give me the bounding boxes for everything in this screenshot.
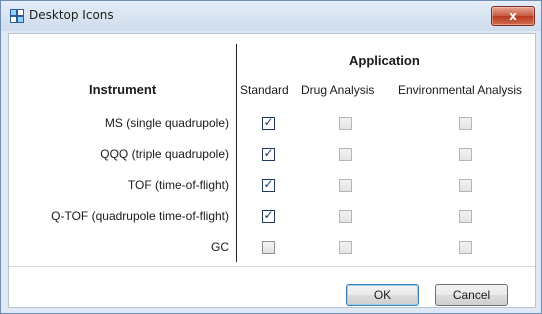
checkbox-ms-standard[interactable]: ✓ xyxy=(262,115,275,130)
dialog-content: Application Instrument Standard Drug Ana… xyxy=(8,33,536,308)
checkbox-ms-drug-analysis[interactable] xyxy=(339,117,352,130)
dialog-window: Desktop Icons x Application Instrument S… xyxy=(0,0,542,314)
checkbox-gc-drug-analysis[interactable] xyxy=(339,241,352,254)
checkbox-ms-environmental-analysis[interactable] xyxy=(459,117,472,130)
checkbox-tof-environmental-analysis[interactable] xyxy=(459,179,472,192)
instrument-label-tof: TOF (time-of-flight) xyxy=(127,178,229,192)
checkbox-qqq-environmental-analysis[interactable] xyxy=(459,148,472,161)
column-header-environmental-analysis: Environmental Analysis xyxy=(398,83,523,97)
instrument-label-gc: GC xyxy=(211,240,229,254)
checkbox-tof-drug-analysis[interactable] xyxy=(339,179,352,192)
checkbox-qqq-drug-analysis[interactable] xyxy=(339,148,352,161)
close-button[interactable]: x xyxy=(491,6,535,26)
checkbox-qtof-environmental-analysis[interactable] xyxy=(459,210,472,223)
column-divider xyxy=(236,44,237,262)
checkbox-qtof-standard[interactable]: ✓ xyxy=(262,208,275,223)
footer-divider xyxy=(9,266,535,267)
ok-button[interactable]: OK xyxy=(346,284,419,306)
checkbox-gc-standard[interactable] xyxy=(262,241,275,254)
close-icon: x xyxy=(509,9,517,23)
checkbox-qtof-drug-analysis[interactable] xyxy=(339,210,352,223)
instrument-header: Instrument xyxy=(89,82,157,97)
application-header: Application xyxy=(349,53,420,68)
column-header-drug-analysis: Drug Analysis xyxy=(301,83,375,97)
app-icon xyxy=(10,9,24,23)
instrument-label-qtof: Q-TOF (quadrupole time-of-flight) xyxy=(51,209,229,223)
title-bar[interactable]: Desktop Icons x xyxy=(1,1,541,31)
checkmark-icon: ✓ xyxy=(263,208,274,222)
window-title: Desktop Icons xyxy=(29,8,114,22)
column-header-standard: Standard xyxy=(240,83,289,97)
instrument-label-qqq: QQQ (triple quadrupole) xyxy=(100,147,229,161)
checkbox-tof-standard[interactable]: ✓ xyxy=(262,177,275,192)
cancel-button[interactable]: Cancel xyxy=(435,284,508,306)
checkbox-qqq-standard[interactable]: ✓ xyxy=(262,146,275,161)
checkmark-icon: ✓ xyxy=(263,177,274,191)
instrument-label-ms: MS (single quadrupole) xyxy=(104,116,229,130)
checkmark-icon: ✓ xyxy=(263,146,274,160)
checkbox-gc-environmental-analysis[interactable] xyxy=(459,241,472,254)
checkmark-icon: ✓ xyxy=(263,115,274,129)
